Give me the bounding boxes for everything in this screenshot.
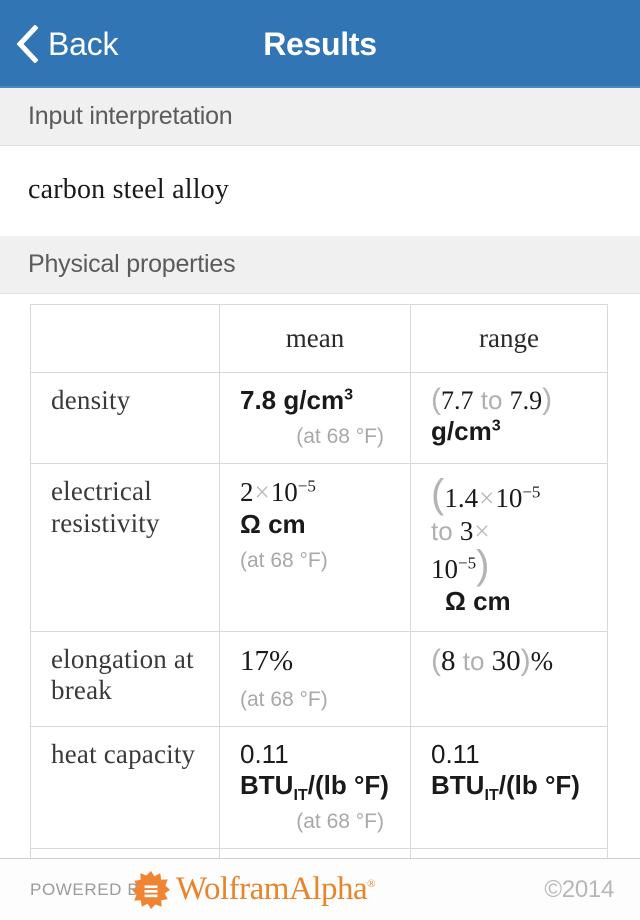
cell-heat-capacity-range: 0.11 BTUIT/(lb °F) bbox=[410, 725, 608, 850]
resistivity-mean-unit: Ω cm bbox=[240, 508, 306, 539]
heat-capacity-mean-condition: (at 68 °F) bbox=[296, 810, 384, 834]
table-row: electrical resistivity 2×10−5 Ω cm (at 6… bbox=[30, 463, 608, 632]
column-header-mean: mean bbox=[219, 304, 411, 373]
physical-properties-table: mean range density 7.8 g/cm3 (at 68 °F) … bbox=[30, 304, 608, 880]
heat-capacity-mean-unit-tail: /(lb °F) bbox=[307, 769, 389, 800]
heat-capacity-mean-value: 0.11 bbox=[240, 738, 289, 769]
back-button[interactable]: Back bbox=[16, 0, 119, 88]
density-range-low: 7.7 bbox=[441, 386, 474, 415]
elongation-range-unit: % bbox=[530, 645, 554, 676]
density-mean-condition: (at 68 °F) bbox=[296, 425, 384, 449]
table-row: density 7.8 g/cm3 (at 68 °F) (7.7 to 7.9… bbox=[30, 371, 608, 465]
resistivity-range-high: 3 bbox=[459, 515, 474, 546]
pod-header-label: Physical properties bbox=[28, 250, 236, 278]
copyright-label: ©2014 bbox=[544, 875, 614, 903]
pod-header-label: Input interpretation bbox=[28, 102, 233, 130]
resistivity-mean-times: × bbox=[254, 477, 270, 508]
cell-density-mean: 7.8 g/cm3 (at 68 °F) bbox=[219, 371, 411, 465]
table-row: elongation at break 17% (at 68 °F) (8 to… bbox=[30, 630, 608, 727]
wolframalpha-logo[interactable]: WolframAlpha® bbox=[132, 870, 375, 909]
heat-capacity-range-unit-sub: IT bbox=[484, 786, 499, 805]
density-range-to: to bbox=[480, 385, 503, 415]
resistivity-range-times-low: × bbox=[479, 483, 495, 514]
resistivity-mean-value: 2 bbox=[240, 477, 254, 508]
cell-heat-capacity-mean: 0.11 BTUIT/(lb °F) (at 68 °F) bbox=[219, 725, 411, 850]
row-label-electrical-resistivity: electrical resistivity bbox=[30, 463, 220, 632]
table-row: heat capacity 0.11 BTUIT/(lb °F) (at 68 … bbox=[30, 725, 608, 850]
registered-mark: ® bbox=[367, 878, 375, 890]
wolfram-starburst-icon bbox=[132, 870, 170, 909]
elongation-range-to: to bbox=[462, 645, 485, 676]
resistivity-range-high-exponent: −5 bbox=[458, 553, 477, 573]
cell-elongation-range: (8 to 30)% bbox=[410, 630, 608, 727]
pod-body-input-interpretation: carbon steel alloy bbox=[0, 146, 640, 236]
heat-capacity-range-value: 0.11 bbox=[431, 738, 480, 769]
resistivity-mean-exponent: −5 bbox=[297, 476, 316, 496]
resistivity-mean-base: 10 bbox=[270, 477, 298, 508]
elongation-range-high: 30 bbox=[491, 644, 521, 677]
row-label-density: density bbox=[30, 371, 220, 465]
density-mean-unit: g/cm bbox=[283, 385, 345, 415]
resistivity-range-low-base: 10 bbox=[495, 483, 523, 514]
resistivity-range-low: 1.4 bbox=[444, 483, 479, 514]
row-label-heat-capacity: heat capacity bbox=[30, 725, 220, 850]
back-button-label: Back bbox=[48, 26, 119, 62]
density-mean-exponent: 3 bbox=[344, 385, 354, 404]
resistivity-range-to: to bbox=[431, 515, 453, 546]
resistivity-range-times-high: × bbox=[474, 515, 490, 546]
pod-header-physical-properties[interactable]: Physical properties bbox=[0, 236, 640, 294]
elongation-range-low: 8 bbox=[441, 644, 456, 677]
density-range-exponent: 3 bbox=[491, 416, 501, 435]
cell-electrical-resistivity-mean: 2×10−5 Ω cm (at 68 °F) bbox=[219, 463, 411, 632]
heat-capacity-mean-unit: BTU bbox=[240, 769, 294, 800]
resistivity-range-unit: Ω cm bbox=[445, 585, 511, 616]
elongation-mean-value: 17% bbox=[240, 644, 294, 677]
cell-density-range: (7.7 to 7.9) g/cm3 bbox=[410, 371, 608, 465]
resistivity-range-low-exponent: −5 bbox=[522, 482, 541, 502]
pod-body-physical-properties: mean range density 7.8 g/cm3 (at 68 °F) … bbox=[0, 294, 640, 880]
wolframalpha-wordmark: WolframAlpha® bbox=[176, 871, 375, 907]
heat-capacity-mean-unit-sub: IT bbox=[293, 786, 308, 805]
resistivity-mean-condition: (at 68 °F) bbox=[240, 548, 328, 572]
density-range-high: 7.9 bbox=[509, 386, 543, 415]
cell-electrical-resistivity-range: (1.4×10−5 to 3× 10−5) Ω cm bbox=[410, 463, 608, 632]
density-range-unit: g/cm bbox=[431, 416, 492, 447]
navigation-bar: Back Results bbox=[0, 0, 640, 88]
cell-elongation-mean: 17% (at 68 °F) bbox=[219, 630, 411, 727]
heat-capacity-range-unit: BTU bbox=[431, 769, 485, 800]
table-header-row: mean range bbox=[30, 304, 608, 373]
elongation-mean-condition: (at 68 °F) bbox=[240, 687, 328, 711]
column-header-property bbox=[30, 304, 220, 373]
resistivity-range-high-base: 10 bbox=[431, 554, 458, 585]
chevron-left-icon bbox=[16, 24, 39, 64]
input-interpretation-text: carbon steel alloy bbox=[28, 174, 230, 205]
density-mean-value: 7.8 bbox=[240, 385, 277, 415]
heat-capacity-range-unit-tail: /(lb °F) bbox=[498, 769, 580, 800]
results-screen: Back Results Input interpretation carbon… bbox=[0, 0, 640, 920]
row-label-elongation-at-break: elongation at break bbox=[30, 630, 220, 727]
footer-bar: POWERED BY WolframAlpha® ©2014 bbox=[0, 858, 640, 920]
column-header-range: range bbox=[410, 304, 608, 373]
pod-header-input-interpretation[interactable]: Input interpretation bbox=[0, 88, 640, 146]
